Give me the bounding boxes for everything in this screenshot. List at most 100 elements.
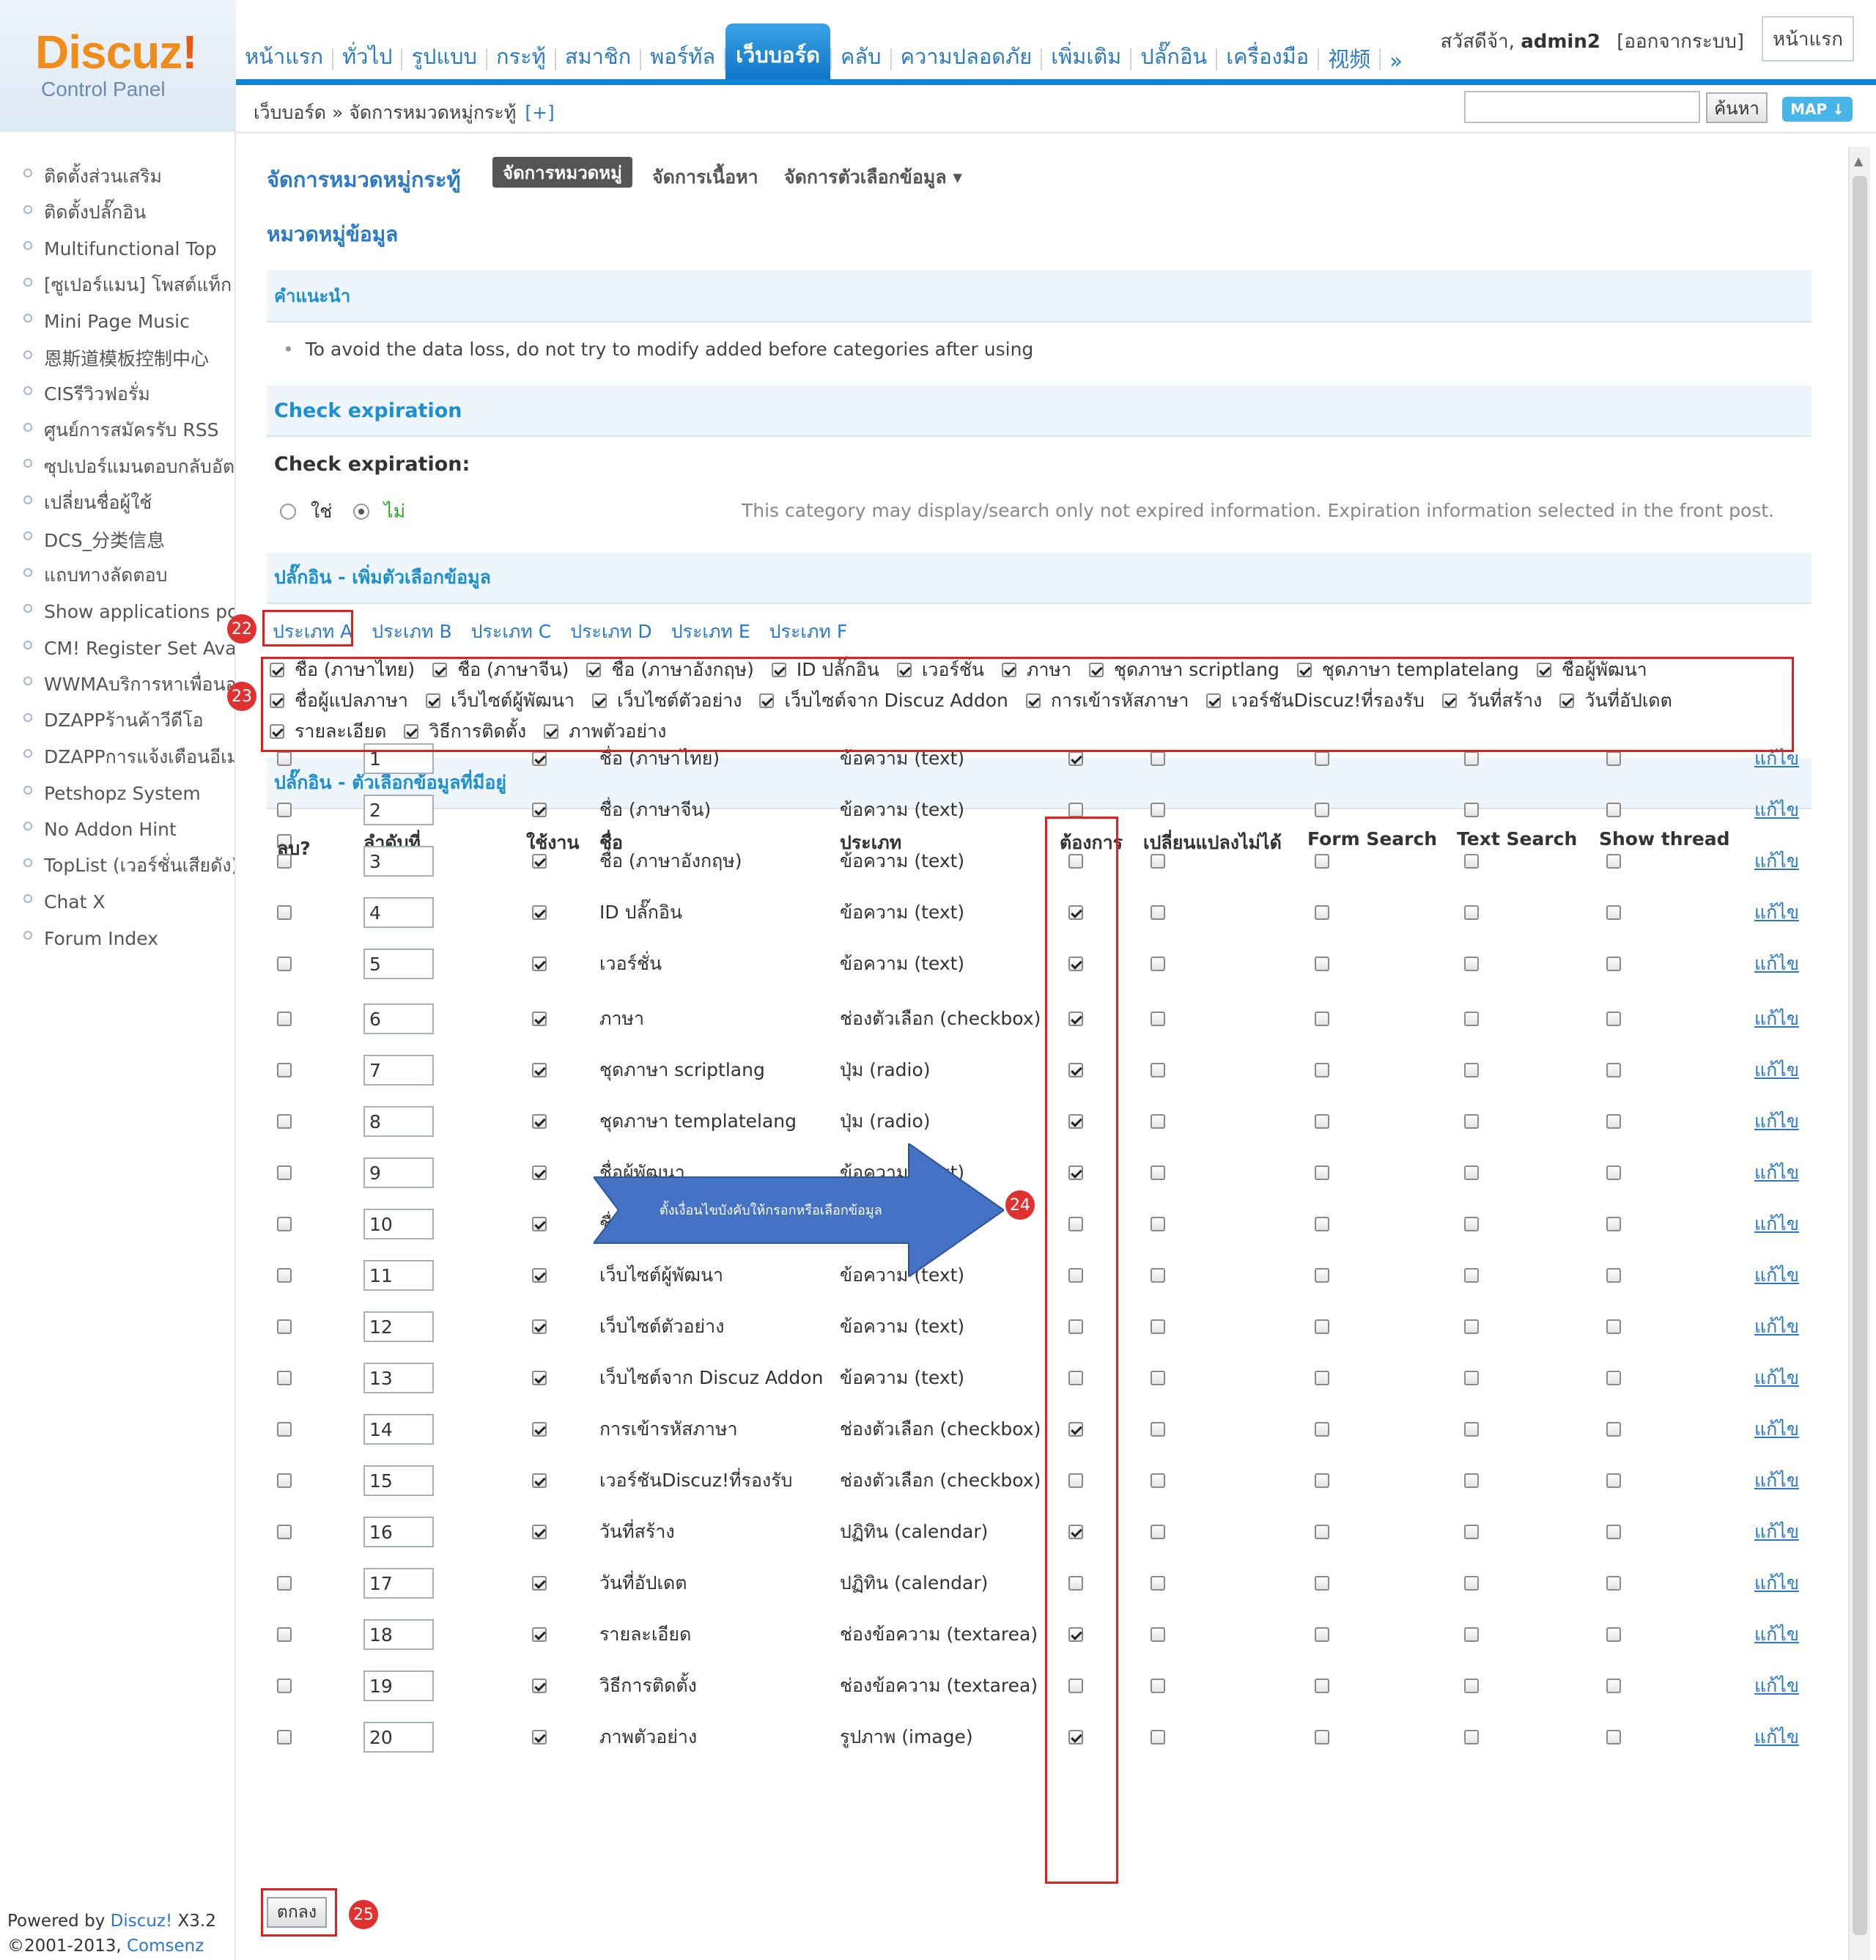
required-checkbox[interactable]: [1068, 803, 1083, 817]
delete-checkbox[interactable]: [277, 1627, 292, 1642]
delete-checkbox[interactable]: [277, 803, 292, 817]
text-search-checkbox[interactable]: [1464, 1422, 1479, 1437]
delete-checkbox[interactable]: [277, 1268, 292, 1283]
delete-checkbox[interactable]: [277, 751, 292, 766]
sidebar-item[interactable]: TopList (เวอร์ชั่นเสียดัง): [22, 848, 234, 885]
text-search-checkbox[interactable]: [1464, 1217, 1479, 1231]
show-thread-checkbox[interactable]: [1606, 1063, 1621, 1077]
form-search-checkbox[interactable]: [1315, 1165, 1329, 1180]
form-search-checkbox[interactable]: [1315, 803, 1329, 817]
delete-checkbox[interactable]: [277, 1525, 292, 1539]
unchangeable-checkbox[interactable]: [1151, 1268, 1165, 1283]
enabled-checkbox[interactable]: [532, 803, 547, 817]
enabled-checkbox[interactable]: [532, 1525, 547, 1539]
order-input[interactable]: [363, 1363, 434, 1393]
enabled-checkbox[interactable]: [532, 1114, 547, 1129]
nav-item-1[interactable]: ทั่วไป: [333, 22, 401, 81]
text-search-checkbox[interactable]: [1464, 1627, 1479, 1642]
unchangeable-checkbox[interactable]: [1151, 751, 1165, 766]
form-search-checkbox[interactable]: [1315, 1217, 1329, 1231]
nav-item-7[interactable]: คลับ: [832, 22, 890, 81]
form-search-checkbox[interactable]: [1315, 751, 1329, 766]
unchangeable-checkbox[interactable]: [1151, 803, 1165, 817]
sidebar-item[interactable]: Forum Index: [22, 921, 234, 957]
enabled-checkbox[interactable]: [532, 1268, 547, 1283]
nav-item-6[interactable]: เว็บบอร์ด: [725, 23, 830, 81]
unchangeable-checkbox[interactable]: [1151, 1165, 1165, 1180]
order-input[interactable]: [363, 1003, 434, 1034]
show-thread-checkbox[interactable]: [1606, 1627, 1621, 1642]
sidebar-item[interactable]: ซุปเปอร์แมนตอบกลับอัตโ: [22, 449, 234, 485]
scrollbar-thumb[interactable]: [1853, 176, 1867, 1935]
text-search-checkbox[interactable]: [1464, 1730, 1479, 1745]
check-expiration-no[interactable]: ไม่: [353, 497, 405, 526]
edit-link[interactable]: แก้ไข: [1754, 1055, 1799, 1085]
show-thread-checkbox[interactable]: [1606, 1268, 1621, 1283]
search-input[interactable]: [1464, 91, 1700, 123]
breadcrumb-add-link[interactable]: [+]: [525, 102, 554, 123]
delete-checkbox[interactable]: [277, 957, 292, 971]
radio-no[interactable]: [353, 504, 369, 520]
text-search-checkbox[interactable]: [1464, 751, 1479, 766]
tab-manage-content[interactable]: จัดการเนื้อหา: [652, 163, 758, 192]
nav-item-9[interactable]: เพิ่มเติม: [1042, 22, 1130, 81]
delete-checkbox[interactable]: [277, 1012, 292, 1026]
unchangeable-checkbox[interactable]: [1151, 1576, 1165, 1591]
enabled-checkbox[interactable]: [532, 854, 547, 869]
delete-checkbox[interactable]: [277, 1217, 292, 1231]
enabled-checkbox[interactable]: [532, 1012, 547, 1026]
form-search-checkbox[interactable]: [1315, 854, 1329, 869]
order-input[interactable]: [363, 1260, 434, 1291]
sidebar-item[interactable]: แถบทางลัดตอบ: [22, 558, 234, 594]
unchangeable-checkbox[interactable]: [1151, 1217, 1165, 1231]
logout-link[interactable]: [ออกจากระบบ]: [1617, 31, 1744, 53]
sidebar-item[interactable]: DCS_分类信息: [22, 521, 234, 558]
edit-link[interactable]: แก้ไข: [1754, 1158, 1799, 1187]
enabled-checkbox[interactable]: [532, 1576, 547, 1591]
text-search-checkbox[interactable]: [1464, 1012, 1479, 1026]
order-input[interactable]: [363, 1670, 434, 1701]
type-tab-1[interactable]: ประเภท B: [372, 617, 451, 646]
sidebar-item[interactable]: Chat X: [22, 884, 234, 921]
edit-link[interactable]: แก้ไข: [1754, 1569, 1799, 1598]
edit-link[interactable]: แก้ไข: [1754, 795, 1799, 825]
unchangeable-checkbox[interactable]: [1151, 1422, 1165, 1437]
sidebar-item[interactable]: Show applications po: [22, 594, 234, 630]
order-input[interactable]: [363, 948, 434, 979]
show-thread-checkbox[interactable]: [1606, 905, 1621, 920]
nav-item-11[interactable]: เครื่องมือ: [1217, 22, 1318, 81]
delete-checkbox[interactable]: [277, 1165, 292, 1180]
order-input[interactable]: [363, 1517, 434, 1547]
text-search-checkbox[interactable]: [1464, 1319, 1479, 1334]
sidebar-item[interactable]: ติดตั้งปลั๊กอิน: [22, 195, 234, 232]
edit-link[interactable]: แก้ไข: [1754, 1004, 1799, 1034]
tab-manage-categories[interactable]: จัดการหมวดหมู่: [492, 157, 632, 188]
type-tab-5[interactable]: ประเภท F: [769, 617, 848, 646]
delete-checkbox[interactable]: [277, 1422, 292, 1437]
sidebar-item[interactable]: 恩斯道模板控制中心: [22, 340, 234, 377]
tab-manage-options[interactable]: จัดการตัวเลือกข้อมูล ▾: [784, 163, 962, 192]
unchangeable-checkbox[interactable]: [1151, 1371, 1165, 1385]
edit-link[interactable]: แก้ไข: [1754, 949, 1799, 979]
search-button[interactable]: ค้นหา: [1706, 92, 1768, 123]
text-search-checkbox[interactable]: [1464, 1473, 1479, 1488]
order-input[interactable]: [363, 1414, 434, 1445]
edit-link[interactable]: แก้ไข: [1754, 1620, 1799, 1649]
order-input[interactable]: [363, 1722, 434, 1753]
edit-link[interactable]: แก้ไข: [1754, 1466, 1799, 1495]
scroll-up-icon[interactable]: ▲: [1854, 154, 1863, 168]
nav-item-5[interactable]: พอร์ทัล: [641, 22, 724, 81]
enabled-checkbox[interactable]: [532, 1627, 547, 1642]
sidebar-item[interactable]: ติดตั้งส่วนเสริม: [22, 158, 234, 195]
edit-link[interactable]: แก้ไข: [1754, 1261, 1799, 1290]
show-thread-checkbox[interactable]: [1606, 751, 1621, 766]
delete-checkbox[interactable]: [277, 1473, 292, 1488]
unchangeable-checkbox[interactable]: [1151, 1525, 1165, 1539]
show-thread-checkbox[interactable]: [1606, 1576, 1621, 1591]
order-input[interactable]: [363, 1619, 434, 1650]
unchangeable-checkbox[interactable]: [1151, 1730, 1165, 1745]
delete-checkbox[interactable]: [277, 1063, 292, 1077]
show-thread-checkbox[interactable]: [1606, 803, 1621, 817]
required-checkbox[interactable]: [1068, 751, 1083, 766]
form-search-checkbox[interactable]: [1315, 1012, 1329, 1026]
